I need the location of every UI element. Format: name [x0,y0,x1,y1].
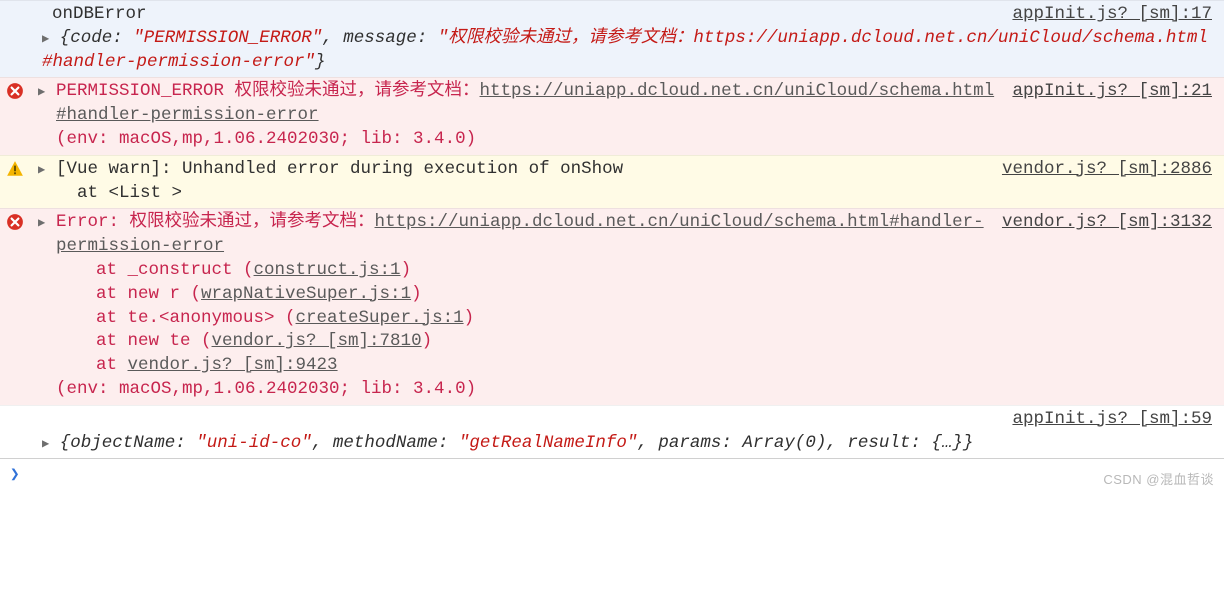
message-col: appInit.js? [sm]:59 ▶ {objectName: "uni-… [38,408,1220,456]
obj-open: {code: [60,28,134,48]
console-row-error[interactable]: ▶ PERMISSION_ERROR 权限校验未通过，请参考文档：https:/… [0,77,1224,154]
expand-arrow-icon[interactable]: ▶ [42,28,49,46]
env-line: (env: macOS,mp,1.06.2402030; lib: 3.4.0) [56,128,1212,152]
obj-sep: , message: [322,28,438,48]
icon-col [4,408,38,410]
obj-str: "getRealNameInfo" [459,433,638,453]
expand-arrow-icon[interactable]: ▶ [38,80,56,100]
message-col: onDBError appInit.js? [sm]:17 ▶ {code: "… [38,3,1220,74]
stack-line: at _construct (construct.js:1) [56,259,1212,283]
obj-part: , methodName: [312,433,459,453]
obj-part: , params: Array(0), result: {…}} [637,433,973,453]
expand-arrow-icon[interactable]: ▶ [38,158,56,178]
console-row-error-stack[interactable]: ▶ Error: 权限校验未通过，请参考文档：https://uniapp.dc… [0,208,1224,404]
env-line: (env: macOS,mp,1.06.2402030; lib: 3.4.0) [56,378,1212,402]
console-row-log[interactable]: appInit.js? [sm]:59 ▶ {objectName: "uni-… [0,405,1224,459]
error-icon [4,211,38,231]
watermark: CSDN @混血哲谈 [1103,471,1214,489]
source-link[interactable]: appInit.js? [sm]:21 [1012,80,1212,104]
warn-line1: [Vue warn]: Unhandled error during execu… [56,158,1002,182]
stack-line: at new te (vendor.js? [sm]:7810) [56,330,1212,354]
error-prefix: PERMISSION_ERROR 权限校验未通过，请参考文档： [56,81,480,101]
expand-arrow-icon[interactable]: ▶ [38,211,56,231]
message-col: Error: 权限校验未通过，请参考文档：https://uniapp.dclo… [56,211,1220,401]
code-value: "PERMISSION_ERROR" [133,28,322,48]
stack-line: at vendor.js? [sm]:9423 [56,354,1212,378]
error-prefix: Error: 权限校验未通过，请参考文档： [56,212,375,232]
warn-line2: at <List > [56,182,1212,206]
source-link[interactable]: vendor.js? [sm]:2886 [1002,158,1212,182]
log-title: onDBError [52,3,1012,27]
expand-arrow-icon[interactable]: ▶ [42,433,49,451]
message-col: [Vue warn]: Unhandled error during execu… [56,158,1220,206]
icon-col [4,3,38,5]
obj-str: "uni-id-co" [196,433,312,453]
console-row-warning[interactable]: ▶ [Vue warn]: Unhandled error during exe… [0,155,1224,209]
stack-line: at te.<anonymous> (createSuper.js:1) [56,307,1212,331]
obj-part: {objectName: [60,433,197,453]
stack-line: at new r (wrapNativeSuper.js:1) [56,283,1212,307]
source-link[interactable]: appInit.js? [sm]:17 [1012,3,1212,27]
console-row-log[interactable]: onDBError appInit.js? [sm]:17 ▶ {code: "… [0,0,1224,77]
prompt-chevron-icon: ❯ [10,466,20,484]
source-link[interactable]: vendor.js? [sm]:3132 [1002,211,1212,235]
source-link[interactable]: appInit.js? [sm]:59 [1012,408,1212,432]
warning-icon [4,158,38,178]
error-icon [4,80,38,100]
console-input-prompt[interactable]: ❯ [0,458,1224,493]
message-col: PERMISSION_ERROR 权限校验未通过，请参考文档：https://u… [56,80,1220,151]
obj-close: } [315,52,326,72]
